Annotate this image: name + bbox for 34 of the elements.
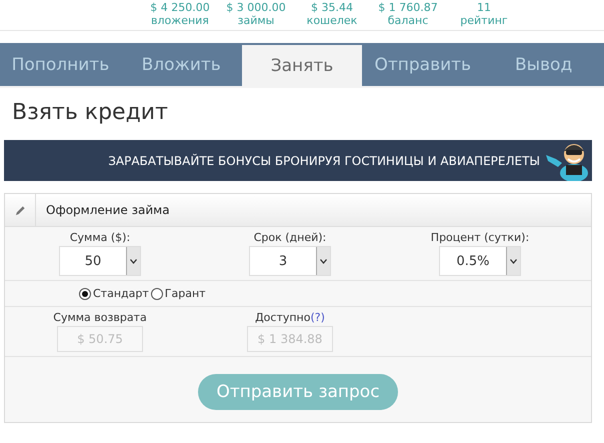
stat-value: $ 3 000.00 [226,2,286,14]
field-label: Процент (сутки): [430,231,530,244]
select-field[interactable]: 0.5% [439,246,521,276]
page-title: Взять кредит [12,100,169,125]
banner-text: ЗАРАБАТЫВАЙТЕ БОНУСЫ БРОНИРУЯ ГОСТИНИЦЫ И АВИАПЕРЕЛЕТЫ [108,154,540,168]
stat-label: займы [238,14,274,28]
radio-label[interactable]: Гарант [164,287,206,300]
stat-value: $ 35.44 [311,2,353,14]
caret-icon [320,258,327,264]
select-field[interactable]: 50 [59,246,141,276]
select-field[interactable]: 3 [249,246,331,276]
caret-icon [130,258,137,264]
field-label: Доступно(?) [255,311,325,324]
stat-label: вложения [151,14,209,28]
banner[interactable]: ЗАРАБАТЫВАЙТЕ БОНУСЫ БРОНИРУЯ ГОСТИНИЦЫ И АВИАПЕРЕЛЕТЫ [4,140,592,181]
tab[interactable]: Занять [242,45,362,86]
output-field: $ 1 384.88 [247,326,333,352]
pencil-icon [14,204,26,216]
field-label: Сумма ($): [70,231,130,244]
panel-title: Оформление займа [45,203,170,217]
stat-value: $ 1 760.87 [378,2,438,14]
field-label: Срок (дней): [254,231,326,244]
stat-value: $ 4 250.00 [150,2,210,14]
radio-button[interactable] [79,288,91,300]
radio-label[interactable]: Стандарт [93,287,149,300]
caret-icon [510,258,517,264]
stat-label: баланс [388,14,428,28]
stat-label: рейтинг [460,14,508,28]
stat-label: кошелек [306,14,358,28]
output-field: $ 50.75 [57,326,143,352]
radio-button[interactable] [150,288,163,300]
help-link[interactable]: (?) [310,311,325,324]
field-label: Сумма возврата [53,311,147,324]
stat-value: 11 [477,2,491,14]
